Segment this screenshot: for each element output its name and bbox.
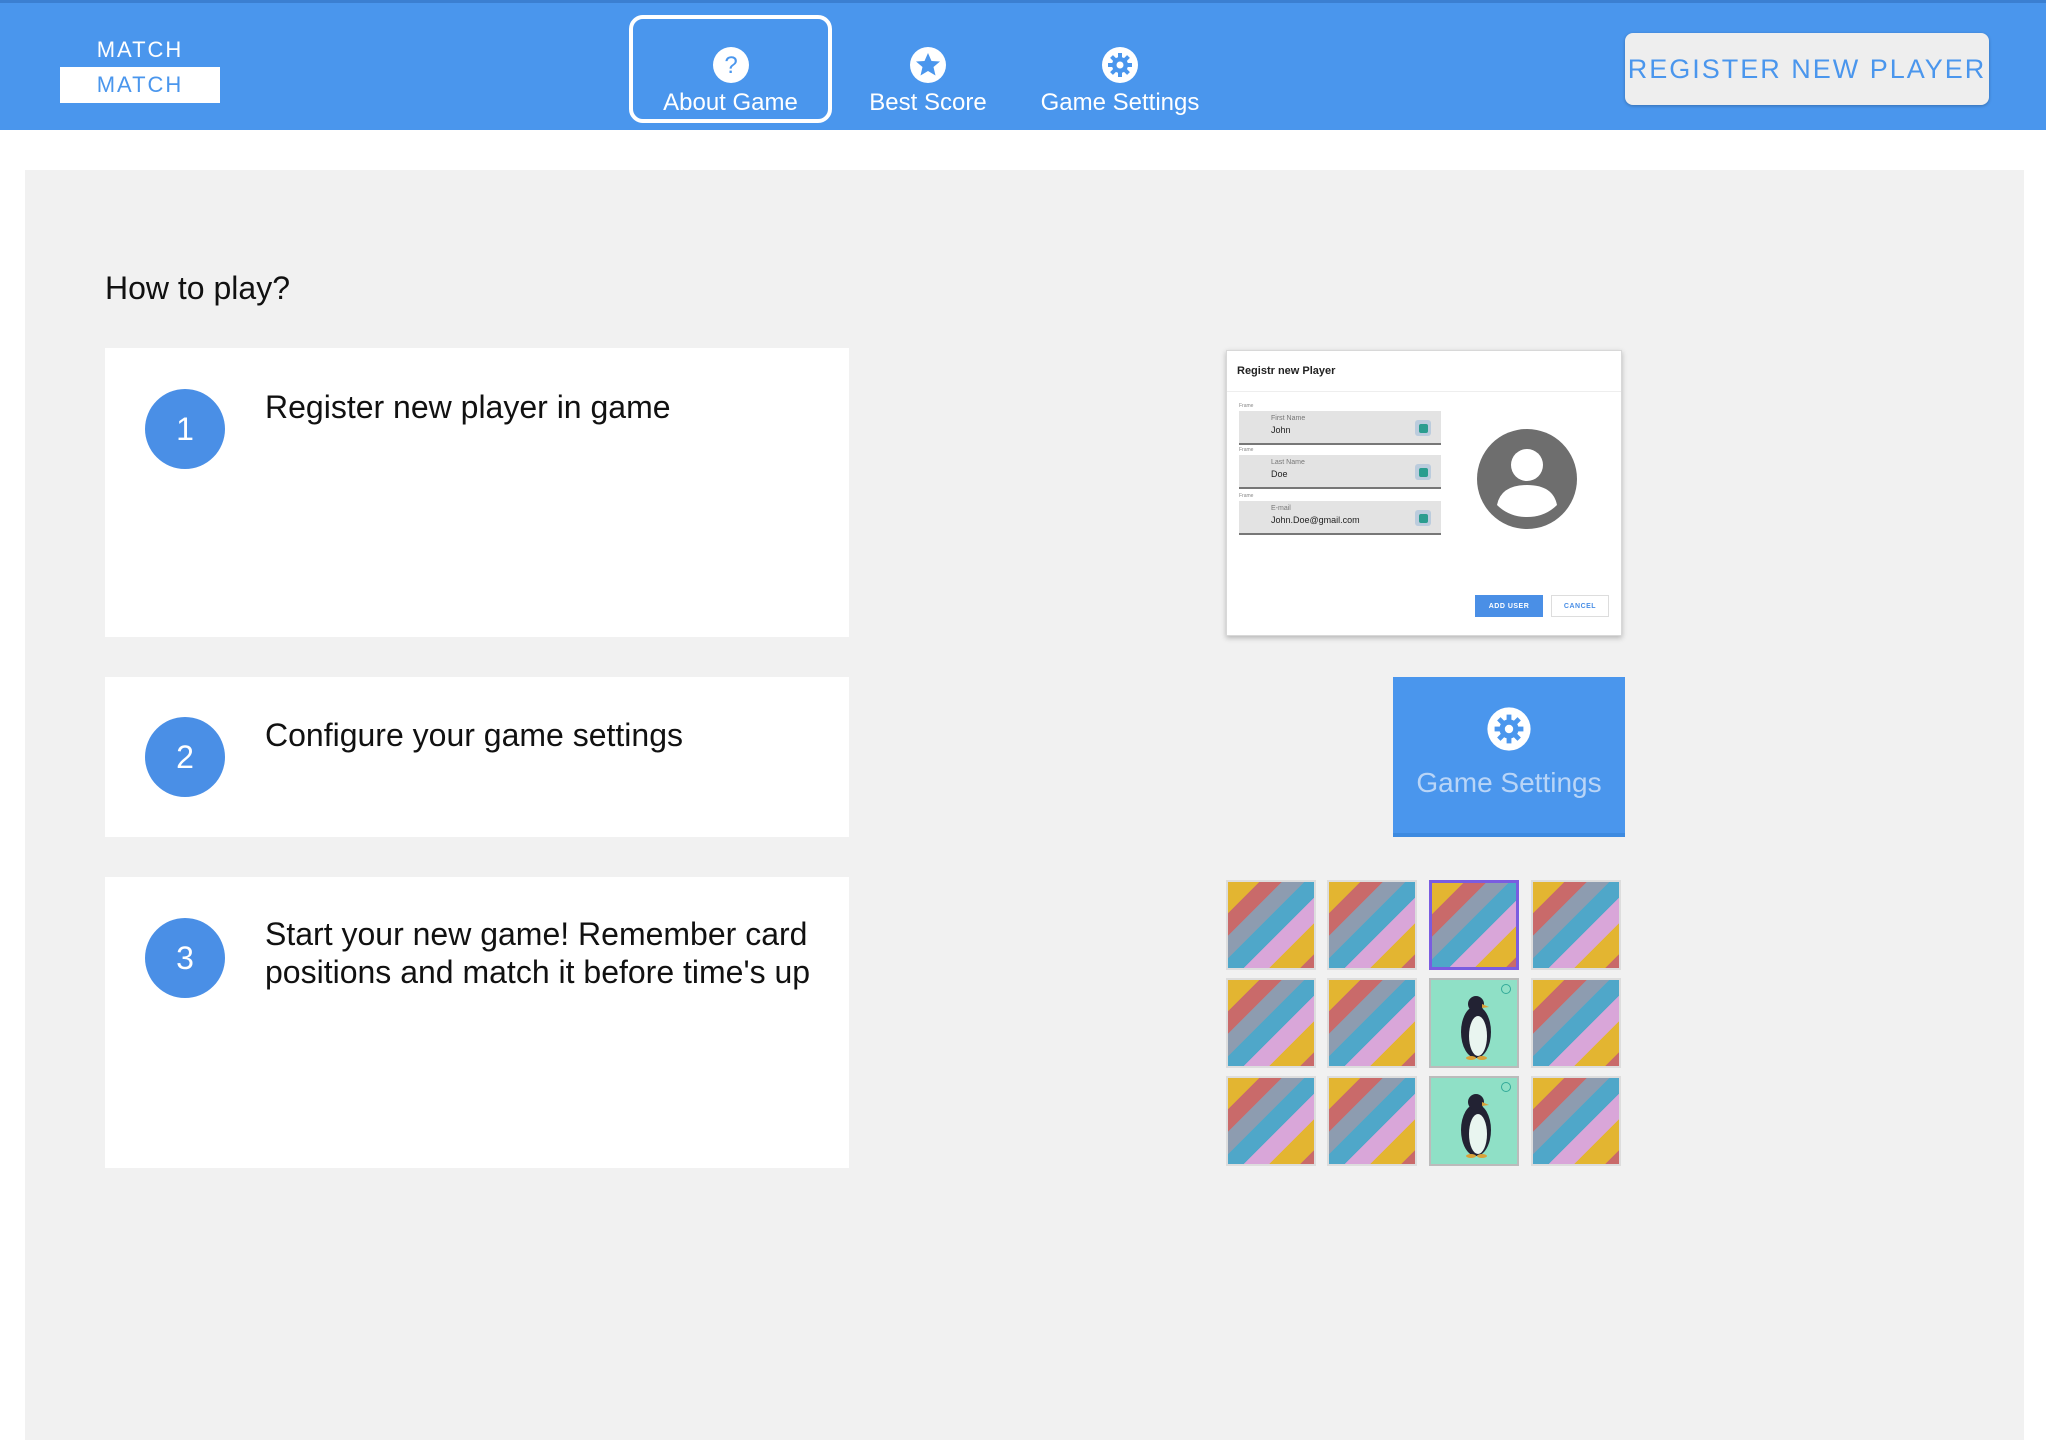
card-back [1226, 1076, 1316, 1166]
step-card-3: 3 Start your new game! Remember card pos… [105, 877, 849, 1168]
register-dialog-preview: Registr new Player Frame First Name John… [1226, 350, 1622, 636]
field-tag: Frame [1239, 447, 1254, 453]
game-settings-preview-label: Game Settings [1416, 767, 1602, 798]
card-back [1226, 880, 1316, 970]
check-icon [1501, 984, 1511, 994]
nav-about-game-label: About Game [663, 89, 798, 116]
card-back [1327, 880, 1417, 970]
card-matched [1429, 1076, 1519, 1166]
account-circle-icon [1477, 429, 1577, 529]
step-text: Configure your game settings [265, 717, 683, 753]
card-back [1531, 978, 1621, 1068]
step-number-badge: 1 [145, 389, 225, 469]
penguin-image [1461, 996, 1491, 1060]
check-icon [1415, 464, 1431, 480]
email-field: E-mail John.Doe@gmail.com [1239, 501, 1441, 535]
dialog-title: Registr new Player [1237, 365, 1336, 377]
card-back [1327, 1076, 1417, 1166]
step-text: Start your new game! Remember card posit… [265, 916, 811, 990]
field-label: E-mail [1271, 505, 1291, 512]
check-icon [1415, 420, 1431, 436]
field-tag: Frame [1239, 493, 1254, 499]
card-back [1531, 1076, 1621, 1166]
nav-game-settings-label: Game Settings [1040, 89, 1200, 116]
check-icon [1501, 1082, 1511, 1092]
card-back [1531, 880, 1621, 970]
add-user-button: ADD USER [1475, 595, 1543, 617]
help-circle-icon: ? [712, 47, 749, 83]
step-card-1: 1 Register new player in game [105, 348, 849, 637]
step-text: Register new player in game [265, 389, 671, 425]
field-value: Doe [1271, 469, 1288, 479]
penguin-image [1461, 1094, 1491, 1158]
gear-icon [1102, 47, 1138, 83]
top-app-bar: MATCH MATCH ? About Game Best Score Game… [0, 0, 2046, 130]
cancel-button: CANCEL [1551, 595, 1609, 617]
field-value: John.Doe@gmail.com [1271, 515, 1360, 525]
step-number-badge: 3 [145, 918, 225, 998]
last-name-field: Last Name Doe [1239, 455, 1441, 489]
nav-best-score[interactable]: Best Score [860, 15, 996, 123]
card-grid-preview [1226, 880, 1624, 1166]
star-icon [910, 47, 946, 83]
dialog-divider [1227, 391, 1621, 392]
nav-game-settings[interactable]: Game Settings [1030, 15, 1210, 123]
field-label: Last Name [1271, 459, 1305, 466]
game-settings-preview: Game Settings [1393, 677, 1625, 837]
logo-top-text: MATCH [96, 37, 184, 62]
field-tag: Frame [1239, 403, 1254, 409]
check-icon [1415, 510, 1431, 526]
svg-text:?: ? [724, 52, 737, 79]
step-number-badge: 2 [145, 717, 225, 797]
logo-bottom-text: MATCH [60, 67, 220, 103]
gear-icon [1487, 707, 1531, 751]
nav-about-game[interactable]: ? About Game [629, 15, 832, 123]
card-selected [1429, 880, 1519, 970]
register-new-player-button[interactable]: REGISTER NEW PLAYER [1625, 33, 1989, 105]
first-name-field: First Name John [1239, 411, 1441, 445]
card-matched [1429, 978, 1519, 1068]
nav-best-score-label: Best Score [869, 89, 987, 116]
field-label: First Name [1271, 415, 1306, 422]
card-back [1226, 978, 1316, 1068]
card-back [1327, 978, 1417, 1068]
logo[interactable]: MATCH MATCH [60, 33, 220, 103]
page-title: How to play? [105, 270, 290, 306]
field-value: John [1271, 425, 1291, 435]
step-card-2: 2 Configure your game settings [105, 677, 849, 837]
